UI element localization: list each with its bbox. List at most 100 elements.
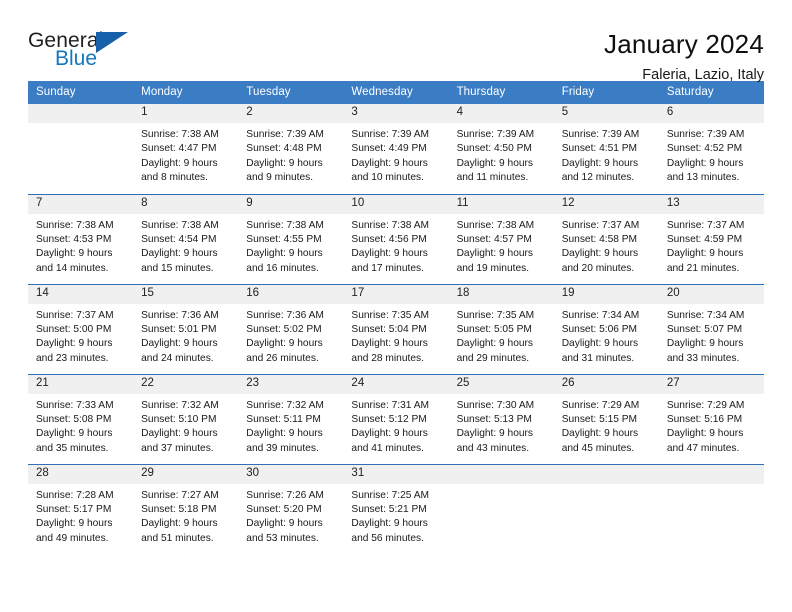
weekday-header-thursday: Thursday (448, 81, 554, 104)
calendar-day-cell[interactable]: 14 Sunrise: 7:37 AM Sunset: 5:00 PM Dayligh… (28, 283, 134, 374)
day-details: Sunrise: 7:35 AM Sunset: 5:05 PM Daylight:… (449, 304, 554, 367)
sunrise-text: Sunrise: 7:38 AM (36, 219, 114, 231)
day-number: 8 (133, 194, 239, 214)
sunset-text: Sunset: 4:51 PM (561, 143, 638, 155)
day-details: Sunrise: 7:38 AM Sunset: 4:53 PM Daylight:… (28, 214, 133, 277)
calendar-day-cell[interactable]: 18 Sunrise: 7:35 AM Sunset: 5:05 PM Dayligh… (448, 283, 554, 374)
day-details: Sunrise: 7:39 AM Sunset: 4:51 PM Daylight:… (554, 123, 659, 186)
daylight-text-line2: and 29 minutes. (456, 352, 530, 364)
sunset-text: Sunset: 5:06 PM (561, 323, 638, 335)
sunrise-text: Sunrise: 7:38 AM (246, 219, 324, 231)
calendar-day-cell[interactable]: 17 Sunrise: 7:35 AM Sunset: 5:04 PM Dayligh… (343, 283, 449, 374)
day-number: 4 (448, 104, 554, 123)
calendar-day-cell[interactable]: 4 Sunrise: 7:39 AM Sunset: 4:50 PM Daylight… (448, 104, 554, 194)
calendar-day-cell[interactable]: 15 Sunrise: 7:36 AM Sunset: 5:01 PM Dayligh… (133, 283, 239, 374)
daylight-text-line1: Daylight: 9 hours (141, 248, 218, 260)
calendar-day-cell[interactable]: 27 Sunrise: 7:29 AM Sunset: 5:16 PM Dayligh… (658, 373, 764, 464)
sunrise-text: Sunrise: 7:32 AM (141, 399, 219, 411)
day-number: 6 (658, 104, 764, 123)
day-details (659, 484, 764, 489)
day-details: Sunrise: 7:31 AM Sunset: 5:12 PM Daylight:… (343, 394, 448, 457)
daylight-text-line2: and 28 minutes. (351, 352, 424, 364)
day-details: Sunrise: 7:35 AM Sunset: 5:04 PM Daylight:… (343, 304, 448, 367)
calendar-day-cell[interactable]: 16 Sunrise: 7:36 AM Sunset: 5:02 PM Dayligh… (238, 283, 344, 374)
calendar-day-cell[interactable]: 6 Sunrise: 7:39 AM Sunset: 4:52 PM Daylight… (658, 104, 764, 194)
calendar-day-cell[interactable]: 12 Sunrise: 7:37 AM Sunset: 4:58 PM Dayligh… (553, 193, 659, 284)
calendar-day-cell[interactable]: 9 Sunrise: 7:38 AM Sunset: 4:55 PM Daylight… (238, 193, 344, 284)
calendar-day-cell[interactable]: 10 Sunrise: 7:38 AM Sunset: 4:56 PM Dayligh… (343, 193, 449, 284)
day-details: Sunrise: 7:26 AM Sunset: 5:20 PM Daylight:… (238, 484, 343, 547)
weekday-header-sunday: Sunday (28, 81, 134, 104)
calendar-day-cell[interactable]: 1 Sunrise: 7:38 AM Sunset: 4:47 PM Daylight… (133, 104, 239, 194)
sunset-text: Sunset: 4:52 PM (666, 143, 743, 155)
daylight-text-line1: Daylight: 9 hours (351, 428, 428, 440)
daylight-text-line2: and 15 minutes. (141, 262, 214, 274)
calendar-day-cell[interactable]: 23 Sunrise: 7:32 AM Sunset: 5:11 PM Dayligh… (238, 373, 344, 464)
calendar-day-cell[interactable]: 28 Sunrise: 7:28 AM Sunset: 5:17 PM Dayligh… (28, 463, 134, 554)
sunset-text: Sunset: 5:05 PM (456, 323, 532, 335)
sunrise-text: Sunrise: 7:38 AM (456, 219, 535, 231)
sunrise-text: Sunrise: 7:35 AM (351, 309, 430, 321)
daylight-text-line1: Daylight: 9 hours (246, 338, 323, 350)
calendar-day-cell[interactable]: 11 Sunrise: 7:38 AM Sunset: 4:57 PM Dayligh… (448, 193, 554, 284)
calendar-day-cell[interactable]: 19 Sunrise: 7:34 AM Sunset: 5:06 PM Dayligh… (553, 283, 659, 374)
sunrise-text: Sunrise: 7:29 AM (666, 399, 745, 411)
daylight-text-line1: Daylight: 9 hours (246, 428, 323, 440)
calendar-day-cell[interactable]: 8 Sunrise: 7:38 AM Sunset: 4:54 PM Daylight… (133, 193, 239, 284)
page-header: General Blue January 2024 Faleria, Lazio… (28, 0, 764, 83)
daylight-text-line1: Daylight: 9 hours (456, 338, 534, 350)
calendar-day-cell[interactable]: 22 Sunrise: 7:32 AM Sunset: 5:10 PM Dayligh… (133, 373, 239, 464)
daylight-text-line2: and 45 minutes. (561, 442, 635, 454)
sunrise-text: Sunrise: 7:28 AM (36, 489, 114, 501)
day-details: Sunrise: 7:37 AM Sunset: 5:00 PM Daylight:… (28, 304, 133, 367)
day-details: Sunrise: 7:37 AM Sunset: 4:58 PM Daylight:… (554, 214, 659, 277)
sunrise-text: Sunrise: 7:39 AM (456, 129, 535, 140)
daylight-text-line1: Daylight: 9 hours (351, 518, 428, 530)
day-number (553, 464, 659, 484)
daylight-text-line2: and 43 minutes. (456, 442, 530, 454)
daylight-text-line1: Daylight: 9 hours (351, 248, 428, 260)
daylight-text-line1: Daylight: 9 hours (561, 428, 639, 440)
daylight-text-line2: and 41 minutes. (351, 442, 424, 454)
daylight-text-line1: Daylight: 9 hours (351, 157, 428, 169)
calendar-day-cell[interactable]: 3 Sunrise: 7:39 AM Sunset: 4:49 PM Daylight… (343, 104, 449, 194)
day-details: Sunrise: 7:32 AM Sunset: 5:10 PM Daylight:… (133, 394, 238, 457)
daylight-text-line2: and 24 minutes. (141, 352, 214, 364)
calendar-day-cell[interactable]: 26 Sunrise: 7:29 AM Sunset: 5:15 PM Dayligh… (553, 373, 659, 464)
sunset-text: Sunset: 4:47 PM (141, 143, 217, 155)
calendar-day-cell[interactable]: 2 Sunrise: 7:39 AM Sunset: 4:48 PM Daylight… (238, 104, 344, 194)
day-number: 2 (238, 104, 344, 123)
sunset-text: Sunset: 5:15 PM (561, 413, 638, 425)
day-details (449, 484, 554, 489)
daylight-text-line2: and 39 minutes. (246, 442, 319, 454)
calendar-day-cell[interactable]: 13 Sunrise: 7:37 AM Sunset: 4:59 PM Dayligh… (658, 193, 764, 284)
day-number: 5 (553, 104, 659, 123)
day-details: Sunrise: 7:33 AM Sunset: 5:08 PM Daylight:… (28, 394, 133, 457)
daylight-text-line1: Daylight: 9 hours (561, 338, 639, 350)
sunset-text: Sunset: 5:10 PM (141, 413, 217, 425)
calendar-day-cell[interactable]: 25 Sunrise: 7:30 AM Sunset: 5:13 PM Dayligh… (448, 373, 554, 464)
calendar-day-cell[interactable]: 29 Sunrise: 7:27 AM Sunset: 5:18 PM Dayligh… (133, 463, 239, 554)
general-blue-logo[interactable]: General Blue (28, 30, 148, 78)
day-number: 1 (133, 104, 239, 123)
calendar-day-cell[interactable]: 20 Sunrise: 7:34 AM Sunset: 5:07 PM Dayligh… (658, 283, 764, 374)
location-subtitle: Faleria, Lazio, Italy (642, 66, 764, 83)
daylight-text-line1: Daylight: 9 hours (141, 428, 218, 440)
calendar-day-cell[interactable]: 7 Sunrise: 7:38 AM Sunset: 4:53 PM Daylight… (28, 193, 134, 284)
weekday-header-saturday: Saturday (658, 81, 764, 104)
calendar-day-cell[interactable]: 5 Sunrise: 7:39 AM Sunset: 4:51 PM Daylight… (553, 104, 659, 194)
calendar-grid: Sunday Monday Tuesday Wednesday Thursday… (28, 81, 764, 554)
sunset-text: Sunset: 5:04 PM (351, 323, 427, 335)
sunrise-text: Sunrise: 7:25 AM (351, 489, 430, 501)
calendar-day-cell[interactable]: 24 Sunrise: 7:31 AM Sunset: 5:12 PM Dayligh… (343, 373, 449, 464)
calendar-day-cell[interactable]: 31 Sunrise: 7:25 AM Sunset: 5:21 PM Dayligh… (343, 463, 449, 554)
sunset-text: Sunset: 5:17 PM (36, 503, 112, 515)
sunrise-text: Sunrise: 7:37 AM (561, 219, 640, 231)
day-number: 21 (28, 374, 134, 394)
day-details (554, 484, 659, 489)
sunrise-text: Sunrise: 7:37 AM (666, 219, 745, 231)
weekday-header-row: Sunday Monday Tuesday Wednesday Thursday… (28, 81, 764, 104)
calendar-day-cell[interactable]: 30 Sunrise: 7:26 AM Sunset: 5:20 PM Dayligh… (238, 463, 344, 554)
calendar-day-cell[interactable]: 21 Sunrise: 7:33 AM Sunset: 5:08 PM Dayligh… (28, 373, 134, 464)
sunset-text: Sunset: 5:08 PM (36, 413, 112, 425)
